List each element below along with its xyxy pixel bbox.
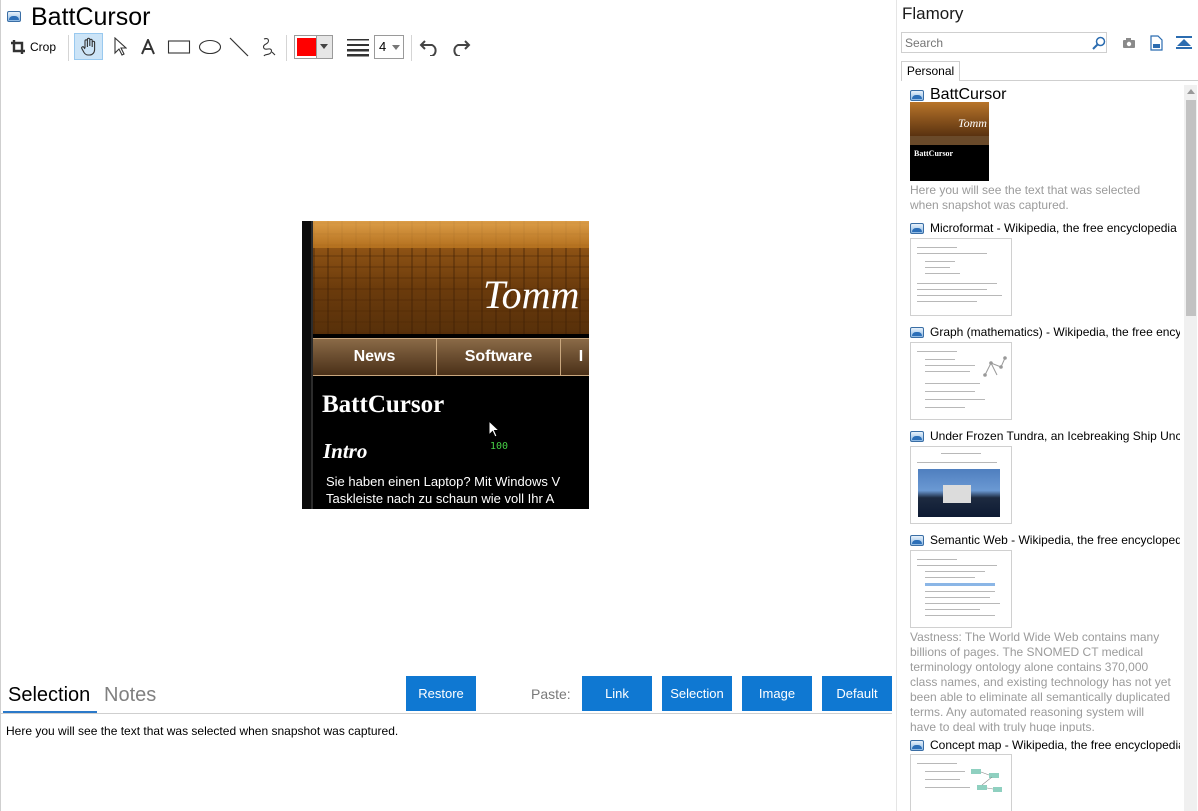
chevron-down-icon	[392, 45, 400, 50]
thumb-ship	[943, 485, 971, 503]
paste-image-button[interactable]: Image	[742, 676, 812, 711]
color-picker[interactable]	[294, 35, 333, 59]
selection-text[interactable]: Here you will see the text that was sele…	[6, 724, 398, 738]
text-tool-button[interactable]	[136, 33, 160, 60]
snapshot-item-title[interactable]: Microformat - Wikipedia, the free encycl…	[930, 221, 1180, 235]
snapshot-left-bar	[302, 221, 313, 509]
freehand-tool-button[interactable]	[257, 33, 281, 60]
sidebar-title: Flamory	[902, 4, 964, 23]
text-icon	[141, 38, 155, 54]
app-icon	[7, 11, 21, 22]
snapshot-nav-item: Software	[437, 339, 561, 375]
crop-icon	[10, 39, 25, 54]
ellipse-icon	[198, 39, 222, 54]
snapshot-nav: News Software I	[313, 338, 589, 376]
document-icon[interactable]	[1150, 35, 1163, 51]
tab-selection[interactable]: Selection	[8, 684, 90, 707]
page-icon	[910, 535, 924, 546]
chevron-up-icon[interactable]	[1187, 89, 1195, 94]
undo-icon	[419, 39, 437, 56]
toolbar-separator	[68, 35, 69, 61]
snapshot-item-title[interactable]: Under Frozen Tundra, an Icebreaking Ship…	[930, 429, 1180, 443]
snapshot-nav-item: I	[578, 348, 584, 365]
paste-label: Paste:	[531, 686, 571, 702]
redo-icon	[453, 39, 471, 56]
color-dropdown-button[interactable]	[316, 36, 332, 58]
snapshot-thumbnail[interactable]	[910, 550, 1012, 628]
divider	[1, 713, 892, 714]
snapshot-thumbnail[interactable]	[910, 446, 1012, 524]
crop-button[interactable]: Crop	[7, 33, 59, 60]
page-title: BattCursor	[31, 3, 151, 31]
crop-label: Crop	[29, 39, 56, 54]
page-icon	[910, 431, 924, 442]
page-icon	[910, 223, 924, 234]
paste-link-button[interactable]: Link	[582, 676, 652, 711]
line-width-icon	[347, 38, 369, 56]
paste-default-button[interactable]: Default	[822, 676, 892, 711]
snapshot-thumbnail[interactable]	[910, 238, 1012, 316]
snapshot-battery-value: 100	[490, 441, 509, 452]
snapshot-item-title[interactable]: Concept map - Wikipedia, the free encycl…	[930, 738, 1180, 752]
snapshot-banner-text: Tomm	[483, 272, 580, 317]
tab-divider	[960, 80, 1198, 81]
concept-map-icon	[971, 769, 1002, 792]
line-width-icon-button	[344, 33, 372, 60]
camera-icon[interactable]	[1122, 37, 1136, 49]
color-swatch	[297, 38, 316, 56]
thumb-nav	[910, 136, 989, 145]
rectangle-tool-button[interactable]	[165, 33, 193, 60]
pointer-icon	[114, 36, 127, 56]
snapshot-subheading: Intro	[323, 439, 368, 463]
snapshot-thumbnail[interactable]	[910, 754, 1012, 811]
chevron-down-icon	[320, 44, 328, 49]
select-tool-button[interactable]	[107, 33, 133, 60]
restore-button[interactable]: Restore	[406, 676, 476, 711]
thumb-highlight	[925, 583, 995, 586]
snapshot-image[interactable]: Tomm News Software I BattCursor Intro 10…	[302, 221, 589, 509]
line-icon	[229, 37, 249, 56]
snapshot-heading: BattCursor	[322, 391, 445, 418]
graph-icon	[983, 356, 1007, 377]
tab-notes[interactable]: Notes	[104, 684, 156, 707]
cursor-icon	[488, 420, 500, 438]
collapse-icon[interactable]	[1176, 36, 1192, 50]
rectangle-icon	[167, 39, 191, 54]
snapshot-item-title[interactable]: Semantic Web - Wikipedia, the free encyc…	[930, 533, 1180, 547]
line-tool-button[interactable]	[227, 33, 251, 60]
snapshot-item-title[interactable]: Graph (mathematics) - Wikipedia, the fre…	[930, 325, 1180, 339]
search-icon[interactable]	[1092, 36, 1106, 50]
freehand-icon	[263, 37, 276, 56]
snapshot-paragraph: Sie haben einen Laptop? Mit Windows V Ta…	[326, 473, 560, 507]
scrollbar-thumb[interactable]	[1186, 100, 1196, 316]
snapshot-thumbnail[interactable]: Tomm BattCursor	[910, 102, 989, 181]
toolbar-separator	[286, 35, 287, 61]
redo-button[interactable]	[447, 33, 473, 60]
line-width-value: 4	[379, 39, 387, 54]
hand-tool-button[interactable]	[74, 33, 103, 60]
ellipse-tool-button[interactable]	[196, 33, 224, 60]
editor-pane: BattCursor Crop 4 Tomm News Software I B…	[0, 0, 896, 811]
line-width-select[interactable]: 4	[374, 35, 404, 59]
flamory-sidebar: Flamory Personal BattCursor Tomm BattCur…	[896, 0, 1198, 811]
snapshot-item-desc: Vastness: The World Wide Web contains ma…	[910, 630, 1171, 732]
banner-top-strip	[313, 221, 589, 248]
toolbar-separator	[411, 35, 412, 61]
thumb-photo	[918, 469, 1000, 517]
snapshot-paragraph-line: Taskleiste nach zu schaun wie voll Ihr A	[326, 491, 555, 506]
search-input[interactable]	[901, 32, 1107, 53]
snapshot-item-desc: Here you will see the text that was sele…	[910, 183, 1141, 212]
page-icon	[910, 740, 924, 751]
thumb-heading: BattCursor	[914, 149, 954, 158]
hand-icon	[80, 37, 95, 56]
undo-button[interactable]	[417, 33, 443, 60]
paste-selection-button[interactable]: Selection	[662, 676, 732, 711]
thumb-banner-text: Tomm	[958, 116, 987, 130]
snapshot-paragraph-line: Sie haben einen Laptop? Mit Windows V	[326, 474, 561, 489]
tab-personal[interactable]: Personal	[901, 61, 960, 81]
page-icon	[910, 90, 924, 101]
snapshot-thumbnail[interactable]	[910, 342, 1012, 420]
page-icon	[910, 327, 924, 338]
snapshot-nav-item: News	[313, 339, 437, 375]
